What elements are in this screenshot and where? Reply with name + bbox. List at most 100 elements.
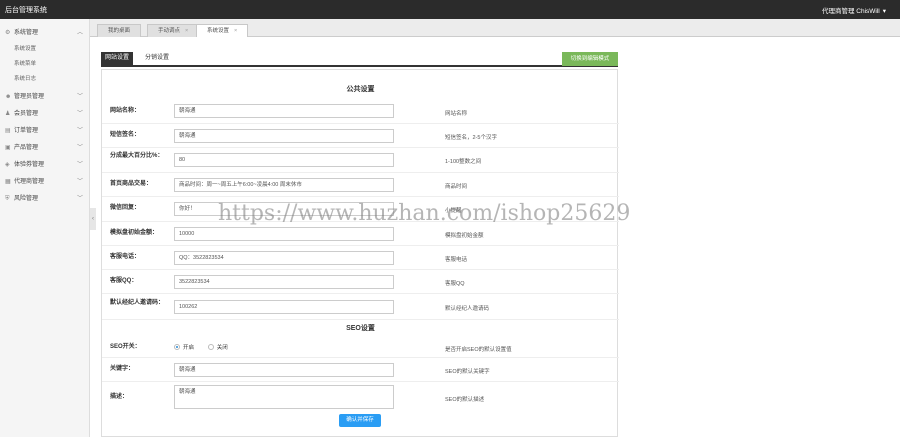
sidebar-group-label: 代理商管理	[14, 179, 45, 185]
sidebar-group-admin[interactable]: ☻ 管理员管理 ﹀	[0, 89, 89, 106]
field-label: 分成最大百分比%：	[110, 153, 164, 159]
chevron-down-icon: ﹀	[76, 145, 83, 151]
field-hint: 1-100整数之间	[445, 159, 482, 165]
field-hint: 短信签名，2-5个汉字	[445, 135, 497, 141]
subtab-distribution-settings[interactable]: 分销设置	[141, 52, 173, 65]
subtab-site-settings[interactable]: 网站设置	[101, 52, 134, 65]
chevron-down-icon: ﹀	[76, 111, 83, 117]
field-label: 关键字：	[110, 366, 135, 372]
field-hint: 客服电话	[445, 257, 468, 263]
field-label: 模拟盘初始金额：	[110, 230, 159, 236]
section-title-seo: SEO设置	[346, 325, 375, 332]
user-name: 代理商管理 ChisWill	[821, 8, 880, 15]
seo-off-radio[interactable]	[207, 344, 214, 350]
field-label: 微信回复：	[110, 205, 141, 211]
field-hint: 网站名称	[445, 111, 468, 117]
sidebar-group-label: 风险管理	[14, 196, 39, 202]
sidebar-group-label: 管理员管理	[14, 94, 45, 100]
shield-icon: ⛨	[5, 196, 10, 202]
section-title-public: 公共设置	[346, 86, 375, 93]
gear-icon: ⚙	[5, 30, 11, 36]
save-button[interactable]: 确认并保存	[339, 414, 381, 427]
invite-code-input[interactable]: 100262	[174, 300, 394, 314]
sidebar-group-system[interactable]: ⚙ 系统管理 ︿	[0, 25, 89, 42]
field-label: 客服电话：	[110, 254, 141, 260]
sidebar-group-vouchers[interactable]: ◈ 体验券管理 ﹀	[0, 157, 89, 174]
sidebar-group-label: 会员管理	[14, 111, 39, 117]
sidebar-group-agents[interactable]: ▦ 代理商管理 ﹀	[0, 174, 89, 191]
trading-hours-input[interactable]: 商品时间：周一~周五上午6:00~凌晨4:00 周末休市	[174, 178, 394, 192]
field-hint: 模拟盘初始金额	[445, 233, 484, 239]
max-percent-input[interactable]: 80	[174, 153, 394, 167]
sidebar-item-system-log[interactable]: 系统日志	[0, 72, 89, 87]
tab-desktop[interactable]: 我的桌面	[97, 24, 142, 37]
field-hint: SEO的默认关键字	[445, 369, 490, 375]
form-row: 描述： 朝海通 SEO的默认描述	[102, 382, 619, 412]
form-row: SEO开关： 开启 关闭 是否开启SEO的默认设置值	[102, 338, 619, 358]
chevron-up-icon: ︿	[76, 30, 83, 36]
seo-radio-group: 开启 关闭	[174, 343, 240, 351]
sidebar-group-label: 产品管理	[14, 145, 39, 151]
tab-manual-adjust[interactable]: 手动调点 ×	[147, 24, 200, 37]
seo-keywords-input[interactable]: 朝海通	[174, 363, 394, 377]
field-hint: 商品时间	[445, 184, 468, 190]
field-label: 网站名称：	[110, 108, 141, 114]
seo-description-textarea[interactable]: 朝海通	[174, 385, 394, 409]
field-label: 客服QQ：	[110, 278, 138, 284]
chevron-down-icon: ﹀	[76, 179, 83, 185]
service-qq-input[interactable]: 3522823534	[174, 275, 394, 289]
user-menu[interactable]: 代理商管理 ChisWill ▾	[822, 5, 886, 15]
chevron-down-icon: ﹀	[76, 196, 83, 202]
chevron-down-icon: ▾	[882, 8, 886, 15]
field-hint: SEO的默认描述	[445, 397, 485, 403]
tab-label: 我的桌面	[108, 28, 131, 34]
field-label: SEO开关：	[110, 344, 141, 350]
sidebar-item-system-menu[interactable]: 系统菜单	[0, 57, 89, 72]
tab-system-settings[interactable]: 系统设置 ×	[196, 24, 249, 37]
members-icon: ♟	[5, 111, 11, 117]
sim-initial-amount-input[interactable]: 10000	[174, 227, 394, 241]
sms-signature-input[interactable]: 朝海通	[174, 129, 394, 143]
close-icon[interactable]: ×	[234, 28, 237, 34]
sidebar-group-label: 体验券管理	[14, 162, 45, 168]
sidebar-group-products[interactable]: ▣ 产品管理 ﹀	[0, 140, 89, 157]
form-row: 短信签名： 朝海通 短信签名，2-5个汉字	[102, 124, 619, 148]
sidebar-item-system-settings[interactable]: 系统设置	[0, 42, 89, 57]
sidebar-group-orders[interactable]: ▤ 订单管理 ﹀	[0, 123, 89, 140]
chevron-down-icon: ﹀	[76, 162, 83, 168]
seo-on-label: 开启	[183, 345, 195, 351]
close-icon[interactable]: ×	[185, 28, 188, 34]
seo-off-label: 关闭	[216, 345, 228, 351]
form-row: 首页商品交易： 商品时间：周一~周五上午6:00~凌晨4:00 周末休市 商品时…	[102, 173, 619, 197]
sidebar-group-members[interactable]: ♟ 会员管理 ﹀	[0, 106, 89, 123]
settings-panel: 公共设置 网站名称： 朝海通 网站名称 短信签名： 朝海通 短信签名，2-5个汉…	[101, 69, 619, 437]
form-row: 网站名称： 朝海通 网站名称	[102, 99, 619, 124]
tab-label: 系统设置	[207, 28, 230, 34]
form-row: 分成最大百分比%： 80 1-100整数之间	[102, 148, 619, 173]
field-label: 默认经纪人邀请码：	[110, 300, 165, 306]
top-bar: 后台管理系统 代理商管理 ChisWill ▾	[0, 0, 900, 19]
field-label: 描述：	[110, 394, 129, 400]
chevron-left-icon: ‹	[92, 216, 94, 222]
cart-icon: ▤	[5, 128, 11, 134]
ticket-icon: ◈	[5, 162, 10, 168]
product-icon: ▣	[5, 145, 11, 151]
seo-on-radio[interactable]	[174, 344, 180, 350]
sidebar-group-label: 系统管理	[14, 30, 39, 36]
sidebar: ⚙ 系统管理 ︿ 系统设置 系统菜单 系统日志 ☻ 管理员管理 ﹀ ♟ 会员管理 ﹀ ▤ 订单…	[0, 19, 90, 437]
field-hint: 是否开启SEO的默认设置值	[445, 347, 512, 353]
service-phone-input[interactable]: QQ：3522823534	[174, 251, 394, 265]
form-row: 默认经纪人邀请码： 100262 默认经纪人邀请码	[102, 294, 619, 320]
subtab-bar: 网站设置 分销设置	[101, 52, 618, 67]
form-row: 客服电话： QQ：3522823534 客服电话	[102, 246, 619, 270]
sidebar-group-risk[interactable]: ⛨ 风险管理 ﹀	[0, 191, 89, 208]
field-label: 短信签名：	[110, 132, 141, 138]
tab-bar: 我的桌面 手动调点 × 系统设置 ×	[90, 19, 900, 37]
sidebar-group-label: 订单管理	[14, 128, 39, 134]
site-name-input[interactable]: 朝海通	[174, 104, 394, 118]
chevron-down-icon: ﹀	[76, 94, 83, 100]
form-row: 关键字： 朝海通 SEO的默认关键字	[102, 358, 619, 382]
switch-edit-mode-button[interactable]: 切换到编辑模式	[562, 52, 618, 66]
field-hint: 客服QQ	[445, 281, 465, 287]
agent-icon: ▦	[5, 179, 11, 185]
